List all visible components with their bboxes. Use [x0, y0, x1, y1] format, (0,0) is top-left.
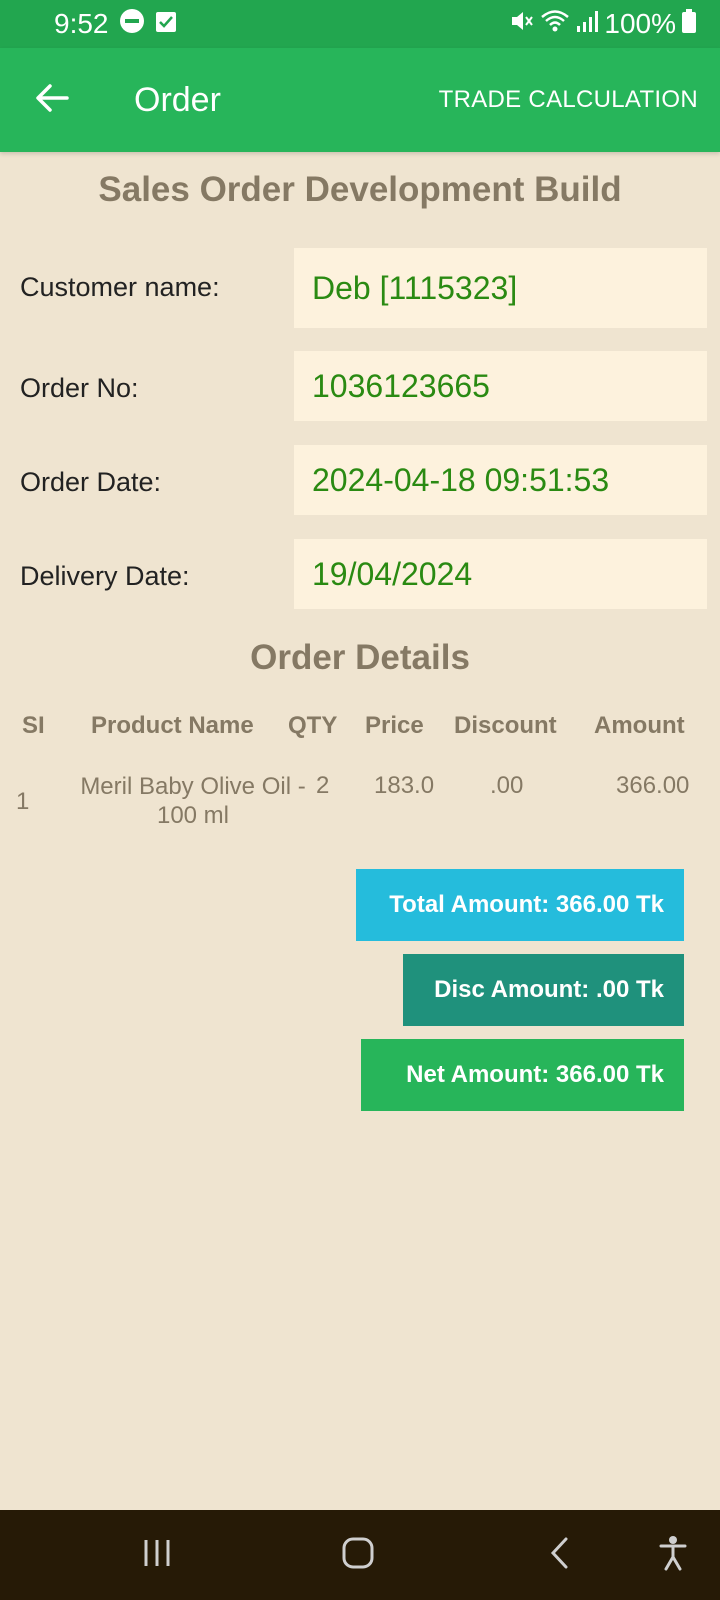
header-amount: Amount [594, 712, 685, 739]
clock: 9:52 [54, 8, 109, 39]
order-date-row: Order Date: 2024-04-18 09:51:53 [0, 445, 720, 515]
cell-si: 1 [16, 788, 30, 815]
status-bar: 9:52 100% [0, 0, 720, 48]
customer-field[interactable]: Deb [1115323] [294, 248, 707, 328]
customer-row: Customer name: Deb [1115323] [0, 248, 720, 328]
delivery-date-label: Delivery Date: [20, 561, 190, 591]
delivery-date-field[interactable]: 19/04/2024 [294, 539, 707, 609]
navigation-bar [0, 1510, 720, 1600]
check-box-icon [155, 8, 177, 40]
order-no-row: Order No: 1036123665 [0, 351, 720, 421]
mute-icon [508, 8, 534, 41]
recent-apps-icon [140, 1538, 174, 1573]
header-qty: QTY [288, 712, 338, 739]
battery-icon [682, 8, 696, 40]
battery-level: 100% [604, 8, 676, 39]
dnd-icon [119, 8, 145, 41]
signal-icon [576, 8, 599, 40]
accessibility-button[interactable] [643, 1530, 703, 1580]
cell-price: 183.0 [374, 772, 435, 799]
order-content: Sales Order Development Build Customer n… [0, 152, 720, 1111]
home-button[interactable] [328, 1530, 388, 1580]
accessibility-icon [658, 1535, 688, 1576]
back-button[interactable] [20, 68, 84, 132]
delivery-date-row: Delivery Date: 19/04/2024 [0, 539, 720, 609]
order-details-title: Order Details [250, 638, 470, 677]
page-title: Sales Order Development Build [98, 170, 622, 209]
order-no-label: Order No: [20, 373, 139, 403]
cell-qty: 2 [316, 772, 330, 799]
cell-product-name: Meril Baby Olive Oil - 100 ml [80, 773, 306, 829]
total-amount-button[interactable]: Total Amount: 366.00 Tk [356, 869, 684, 941]
net-amount-button[interactable]: Net Amount: 366.00 Tk [361, 1039, 684, 1111]
chevron-left-icon [548, 1536, 572, 1575]
disc-amount-button[interactable]: Disc Amount: .00 Tk [403, 954, 684, 1026]
arrow-left-icon [35, 83, 69, 118]
trade-calculation-button[interactable]: TRADE CALCULATION [439, 86, 698, 114]
order-date-label: Order Date: [20, 467, 162, 497]
order-date-field[interactable]: 2024-04-18 09:51:53 [294, 445, 707, 515]
table-row[interactable]: 1 Meril Baby Olive Oil - 100 ml 2 183.0 … [0, 772, 720, 832]
app-title: Order [134, 80, 221, 119]
order-no-field[interactable]: 1036123665 [294, 351, 707, 421]
recent-apps-button[interactable] [127, 1530, 187, 1580]
wifi-icon [540, 8, 570, 41]
customer-label: Customer name: [20, 272, 220, 302]
table-header: SI Product Name QTY Price Discount Amoun… [0, 712, 720, 742]
header-discount: Discount [454, 712, 557, 739]
home-icon [341, 1536, 375, 1575]
header-si: SI [22, 712, 45, 739]
cell-discount: .00 [490, 772, 524, 799]
header-product-name: Product Name [91, 712, 254, 739]
cell-amount: 366.00 [616, 772, 690, 799]
header-price: Price [365, 712, 424, 739]
nav-back-button[interactable] [530, 1530, 590, 1580]
app-bar: Order TRADE CALCULATION [0, 48, 720, 152]
